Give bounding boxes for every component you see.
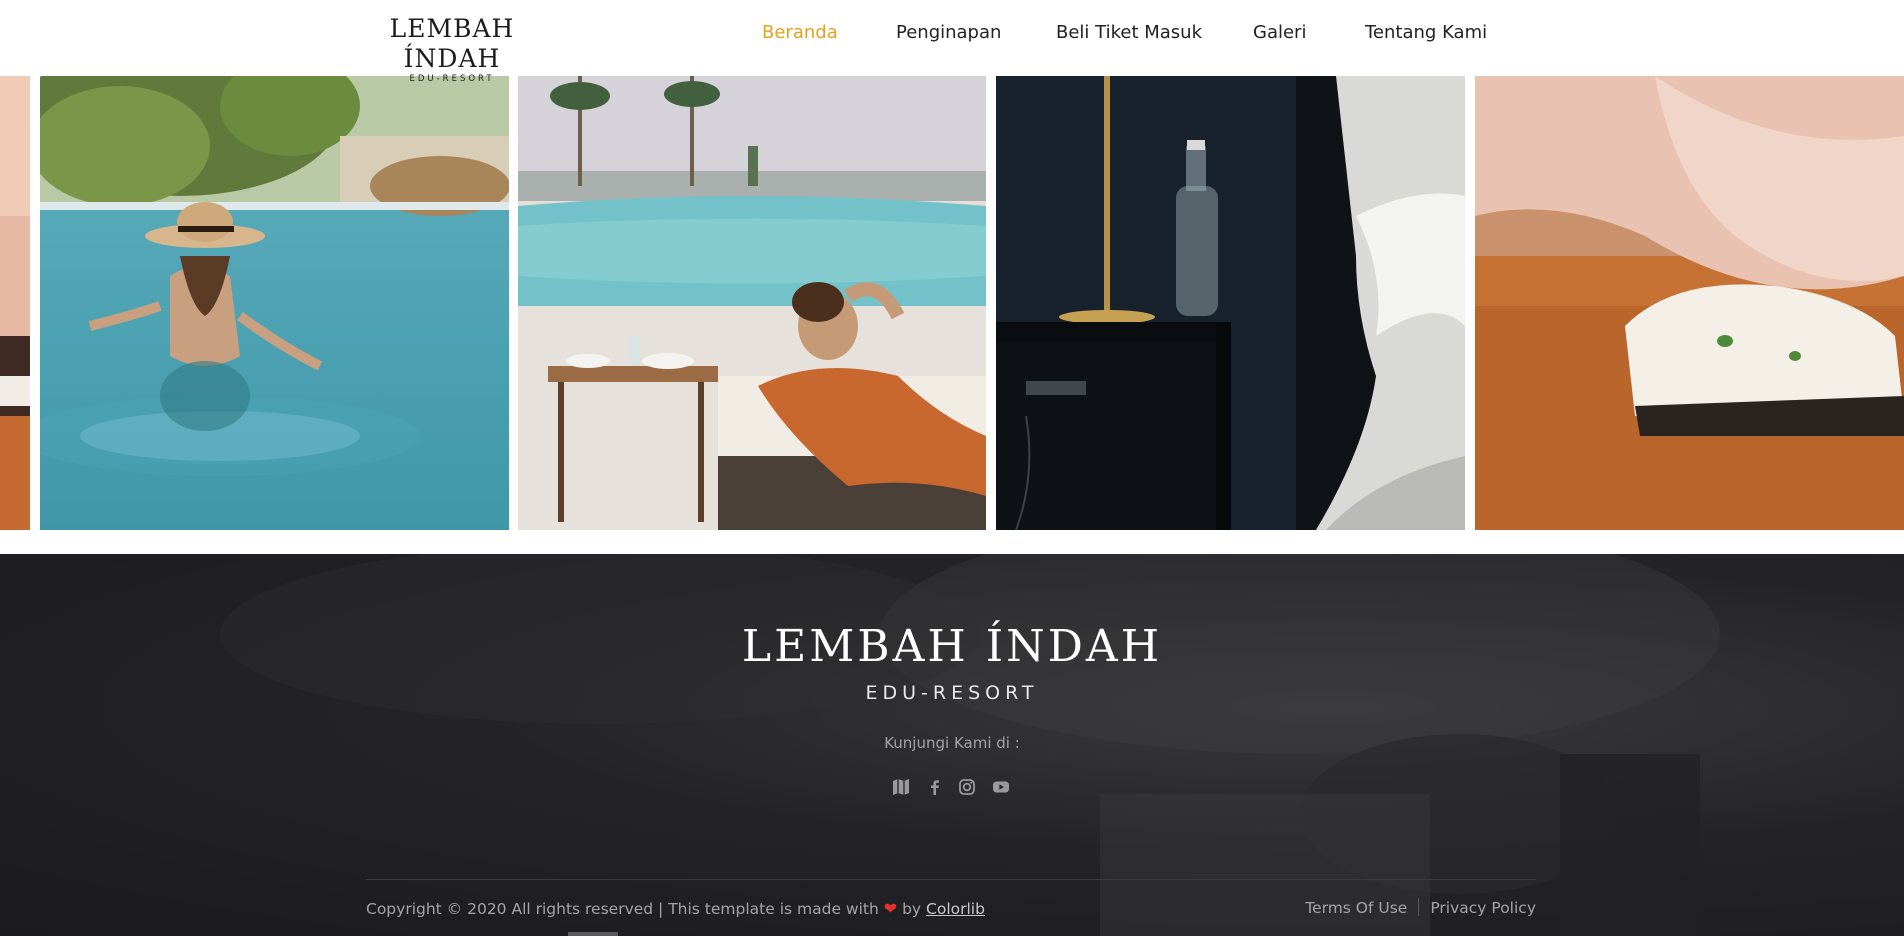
facebook-icon[interactable] xyxy=(926,778,944,796)
instagram-icon[interactable] xyxy=(958,778,976,796)
footer-scroll-tab xyxy=(568,932,618,936)
visit-us-label: Kunjungi Kami di : xyxy=(884,734,1020,752)
youtube-icon[interactable] xyxy=(992,778,1010,796)
site-footer: LEMBAH ÍNDAH EDU-RESORT Kunjungi Kami di… xyxy=(0,554,1904,936)
sushi-roll-photo[interactable] xyxy=(1475,76,1904,530)
terms-of-use-link[interactable]: Terms Of Use xyxy=(1305,899,1407,917)
footer-logo[interactable]: LEMBAH ÍNDAH EDU-RESORT xyxy=(0,620,1904,704)
map-icon[interactable] xyxy=(892,778,910,796)
privacy-policy-link[interactable]: Privacy Policy xyxy=(1430,899,1536,917)
nav-beli-tiket-masuk[interactable]: Beli Tiket Masuk xyxy=(1056,22,1202,43)
site-header: LEMBAH ÍNDAH EDU-RESORT Beranda Penginap… xyxy=(0,0,1904,84)
footer-logo-wordmark: LEMBAH ÍNDAH xyxy=(741,621,1163,672)
copyright-text: Copyright © 2020 All rights reserved | T… xyxy=(366,899,985,918)
gallery-strip xyxy=(0,76,1904,530)
site-logo[interactable]: LEMBAH ÍNDAH EDU-RESORT xyxy=(366,14,538,84)
woman-in-pool-photo[interactable] xyxy=(40,76,509,530)
poolside-lounge-photo[interactable] xyxy=(518,76,986,530)
heart-icon: ❤ xyxy=(883,899,898,918)
footer-links: Terms Of Use Privacy Policy xyxy=(1305,898,1536,917)
copyright-label: Copyright © 2020 All rights reserved | T… xyxy=(366,900,879,918)
footer-divider xyxy=(366,879,1536,880)
by-label: by xyxy=(902,900,922,918)
bedroom-nightstand-photo[interactable] xyxy=(996,76,1465,530)
nav-beranda[interactable]: Beranda xyxy=(762,22,838,43)
colorlib-link[interactable]: Colorlib xyxy=(926,900,985,918)
nav-tentang-kami[interactable]: Tentang Kami xyxy=(1365,22,1487,43)
sushi-photo-partial[interactable] xyxy=(0,76,30,530)
footer-logo-tagline: EDU-RESORT xyxy=(865,682,1039,704)
logo-tagline: EDU-RESORT xyxy=(409,74,495,84)
nav-galeri[interactable]: Galeri xyxy=(1253,22,1306,43)
footer-link-separator xyxy=(1418,898,1420,916)
nav-penginapan[interactable]: Penginapan xyxy=(896,22,1001,43)
logo-wordmark: LEMBAH ÍNDAH xyxy=(389,14,515,73)
